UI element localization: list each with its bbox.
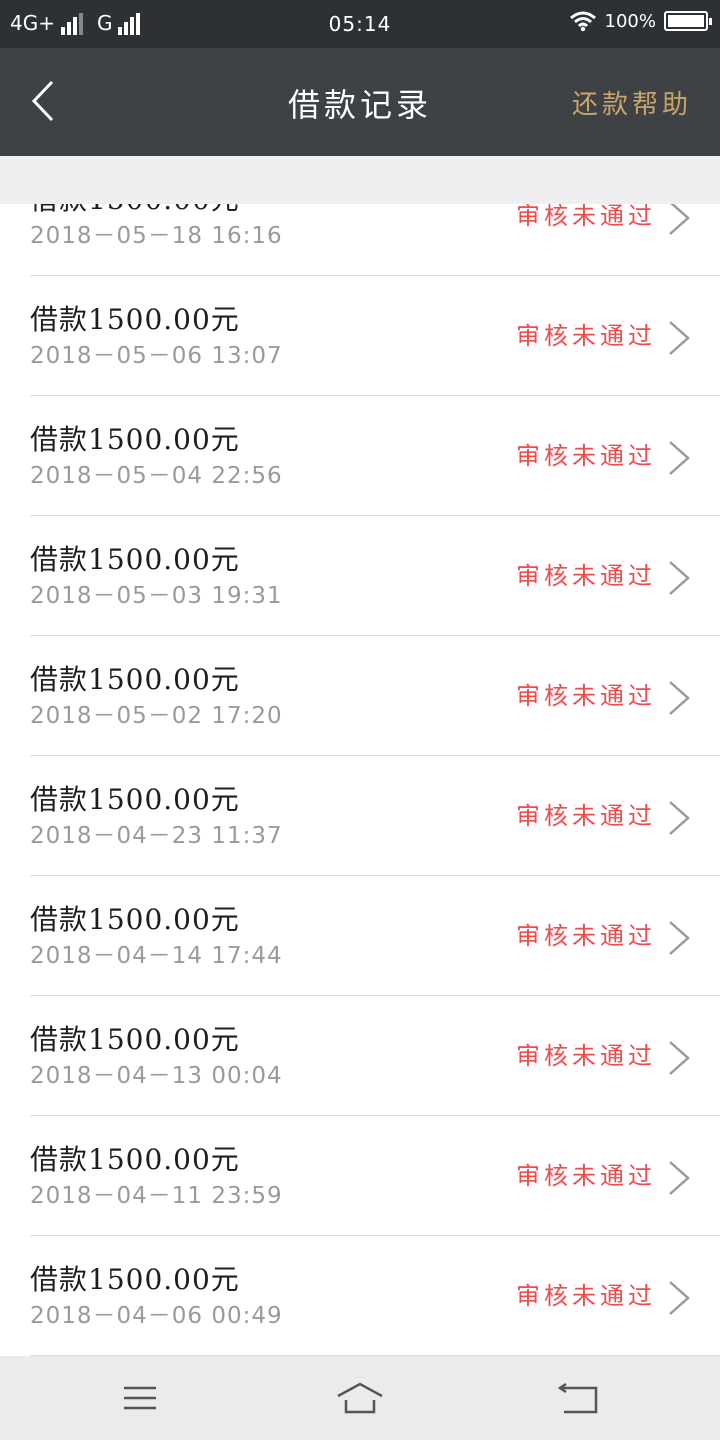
section-gap (0, 156, 720, 204)
review-status: 审核未通过 (516, 562, 656, 590)
review-status: 审核未通过 (516, 1162, 656, 1190)
loan-record-row[interactable]: 借款1500.00元 2018－04－13 00:04 审核未通过 (0, 996, 720, 1116)
loan-amount: 借款1500.00元 (30, 1263, 240, 1296)
chevron-right-icon (669, 1161, 690, 1195)
battery-percent: 100% (604, 10, 656, 32)
loan-record-row[interactable]: 借款1500.00元 2018－05－02 17:20 审核未通过 (0, 636, 720, 756)
loan-date: 2018－04－13 00:04 (30, 1063, 283, 1089)
chevron-right-icon (669, 321, 690, 355)
loan-amount: 借款1500.00元 (30, 303, 240, 336)
chevron-right-icon (669, 441, 690, 475)
loan-record-row[interactable]: 借款1500.00元 2018－05－03 19:31 审核未通过 (0, 516, 720, 636)
review-status: 审核未通过 (516, 442, 656, 470)
loan-record-row[interactable]: 借款1500.00元 2018－05－06 13:07 审核未通过 (0, 276, 720, 396)
loan-amount: 借款1500.00元 (30, 1023, 240, 1056)
loan-amount: 借款1500.00元 (30, 903, 240, 936)
loan-record-row[interactable]: 借款1500.00元 2018－04－23 11:37 审核未通过 (0, 756, 720, 876)
chevron-right-icon (669, 921, 690, 955)
chevron-right-icon (669, 1041, 690, 1075)
status-right: 100% (569, 10, 712, 32)
return-icon[interactable] (550, 1376, 610, 1420)
loan-date: 2018－05－06 13:07 (30, 343, 283, 369)
review-status: 审核未通过 (516, 802, 656, 830)
chevron-right-icon (669, 801, 690, 835)
loan-amount: 借款1500.00元 (30, 1143, 240, 1176)
review-status: 审核未通过 (516, 322, 656, 350)
review-status: 审核未通过 (516, 922, 656, 950)
home-icon[interactable] (330, 1376, 390, 1420)
repayment-help-link[interactable]: 还款帮助 (572, 84, 692, 121)
loan-date: 2018－05－04 22:56 (30, 463, 283, 489)
review-status: 审核未通过 (516, 682, 656, 710)
loan-record-row[interactable]: 借款1500.00元 2018－04－06 00:49 审核未通过 (0, 1236, 720, 1356)
loan-amount: 借款1500.00元 (30, 543, 240, 576)
loan-date: 2018－04－23 11:37 (30, 823, 283, 849)
battery-icon (664, 11, 712, 31)
loan-record-row[interactable]: 借款1500.00元 2018－04－14 17:44 审核未通过 (0, 876, 720, 996)
loan-record-row[interactable]: 借款1500.00元 2018－04－11 23:59 审核未通过 (0, 1116, 720, 1236)
loan-record-row[interactable]: 借款1500.00元2018－05－18 16:16审核未通过 (0, 204, 720, 276)
chevron-right-icon (669, 204, 690, 235)
wifi-icon (569, 11, 596, 32)
loan-record-row[interactable]: 借款1500.00元 2018－05－04 22:56 审核未通过 (0, 396, 720, 516)
review-status: 审核未通过 (516, 204, 656, 230)
loan-date: 2018－05－02 17:20 (30, 703, 283, 729)
chevron-right-icon (669, 561, 690, 595)
review-status: 审核未通过 (516, 1282, 656, 1310)
system-nav-bar (0, 1356, 720, 1440)
navigation-bar: 借款记录 还款帮助 (0, 48, 720, 156)
loan-date: 2018－04－11 23:59 (30, 1183, 283, 1209)
loan-date: 2018－05－03 19:31 (30, 583, 283, 609)
review-status: 审核未通过 (516, 1042, 656, 1070)
loan-date: 2018－04－06 00:49 (30, 1303, 283, 1329)
loan-amount: 借款1500.00元 (30, 663, 240, 696)
chevron-right-icon (669, 1281, 690, 1315)
loan-amount: 借款1500.00元 (30, 783, 240, 816)
loan-record-list[interactable]: 借款1500.00元2018－05－18 16:16审核未通过借款1500.00… (0, 204, 720, 1356)
loan-date: 2018－05－18 16:16 (30, 223, 283, 249)
loan-date: 2018－04－14 17:44 (30, 943, 283, 969)
chevron-right-icon (669, 681, 690, 715)
loan-amount: 借款1500.00元 (30, 423, 240, 456)
status-bar: 4G+ G 05:14 100% (0, 0, 720, 48)
menu-icon[interactable] (110, 1376, 170, 1420)
